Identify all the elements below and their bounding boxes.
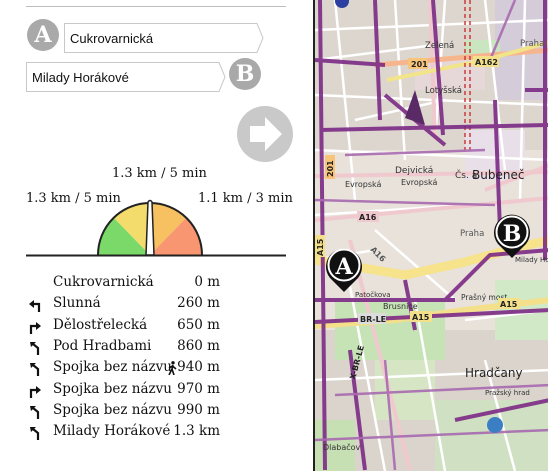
route-step-street: Milady Horákové bbox=[53, 423, 171, 440]
end-field[interactable]: Milady Horákové bbox=[26, 62, 226, 92]
map-ref-a15-east: A15 bbox=[500, 300, 518, 309]
route-step[interactable]: Cukrovarnická 0 m bbox=[26, 273, 226, 294]
route-step-distance: 860 m bbox=[177, 337, 220, 354]
route-step[interactable]: Spojka bez názvu 940 m bbox=[26, 358, 226, 379]
start-marker-icon: A bbox=[27, 19, 59, 51]
map-label-brusnice: Brusnice bbox=[383, 302, 418, 311]
turn-left-icon bbox=[28, 298, 42, 313]
route-step[interactable]: Dělostřelecká 650 m bbox=[26, 316, 226, 337]
route-step-distance: 940 m bbox=[177, 359, 220, 376]
map-label-dejvicka: Dejvická bbox=[395, 166, 433, 176]
turn-right-icon bbox=[28, 320, 42, 334]
bear-left-icon bbox=[28, 362, 42, 377]
map-label-lotysska: Lotyšská bbox=[425, 85, 462, 96]
end-marker-icon: B bbox=[229, 58, 261, 90]
route-step[interactable]: Pod Hradbami 860 m bbox=[26, 337, 226, 358]
route-panel: A Cukrovarnická Milady Horákové B 1.3 km… bbox=[0, 0, 312, 471]
route-step-distance: 990 m bbox=[177, 401, 220, 418]
map-label-praha-2: Praha bbox=[460, 229, 484, 239]
start-field[interactable]: Cukrovarnická bbox=[64, 23, 264, 53]
bear-left-icon bbox=[28, 426, 42, 441]
map-label-praha-1: Praha bbox=[520, 39, 544, 49]
route-step-street: Spojka bez názvu bbox=[53, 359, 172, 376]
map-ref-br-le: BR-LE bbox=[360, 315, 386, 324]
start-field-value: Cukrovarnická bbox=[70, 31, 154, 46]
svg-text:A: A bbox=[334, 254, 353, 280]
map-ref-a162: A162 bbox=[475, 58, 498, 67]
route-step-street: Slunná bbox=[53, 295, 101, 312]
route-step-street: Cukrovarnická bbox=[53, 274, 154, 290]
route-step[interactable]: Milady Horákové 1.3 km bbox=[26, 422, 226, 443]
end-field-value: Milady Horákové bbox=[32, 70, 129, 85]
map-label-patockova: Patočkova bbox=[355, 291, 391, 299]
route-step-distance: 650 m bbox=[177, 316, 220, 333]
route-step-street: Spojka bez názvu bbox=[53, 401, 172, 418]
route-step[interactable]: Spojka bez názvu 970 m bbox=[26, 380, 226, 401]
route-step-distance: 260 m bbox=[177, 295, 220, 312]
route-step-distance: 970 m bbox=[177, 380, 220, 397]
route-gauge bbox=[26, 199, 286, 257]
top-divider bbox=[26, 6, 286, 7]
route-step[interactable]: Slunná 260 m bbox=[26, 294, 226, 315]
route-step-distance: 1.3 km bbox=[173, 423, 220, 440]
map-label-zelena: Zelená bbox=[425, 41, 454, 51]
map-label-dlabacov: Dlabačov bbox=[323, 442, 361, 452]
next-arrow-button[interactable] bbox=[237, 106, 293, 162]
route-step-street: Dělostřelecká bbox=[53, 316, 148, 333]
map-view[interactable]: Zelená Lotyšská Dejvická Evropská Evrops… bbox=[313, 0, 548, 471]
map-label-bubenec: Bubeneč bbox=[472, 168, 524, 182]
map-ref-a15-west: A15 bbox=[316, 238, 325, 256]
gauge-top-label: 1.3 km / 5 min bbox=[112, 166, 207, 181]
svg-text:B: B bbox=[503, 221, 522, 247]
route-step-street: Spojka bez názvu bbox=[53, 380, 172, 397]
map-ref-201-north: 201 bbox=[411, 60, 428, 69]
route-step-distance: 0 m bbox=[194, 274, 220, 290]
map-label-hradcany: Hradčany bbox=[465, 366, 523, 380]
turn-right-icon bbox=[28, 384, 42, 398]
map-label-evropska-2: Evropská bbox=[401, 178, 438, 187]
map-ref-a16: A16 bbox=[359, 213, 377, 222]
bear-left-icon bbox=[28, 341, 42, 355]
route-step-street: Pod Hradbami bbox=[53, 337, 152, 354]
arrow-right-icon bbox=[250, 117, 282, 151]
map-ref-a15-center: A15 bbox=[412, 313, 430, 322]
route-step[interactable]: Spojka bez názvu 990 m bbox=[26, 401, 226, 422]
map-label-prazsky-hrad: Pražský hrad bbox=[485, 389, 530, 397]
map-label-milady-horakove: Milady Hor. bbox=[515, 256, 548, 264]
bear-left-icon bbox=[28, 405, 42, 419]
map-label-evropska-1: Evropská bbox=[345, 180, 382, 189]
map-ref-201-west: 201 bbox=[326, 160, 335, 177]
gauge-needle bbox=[145, 199, 155, 256]
